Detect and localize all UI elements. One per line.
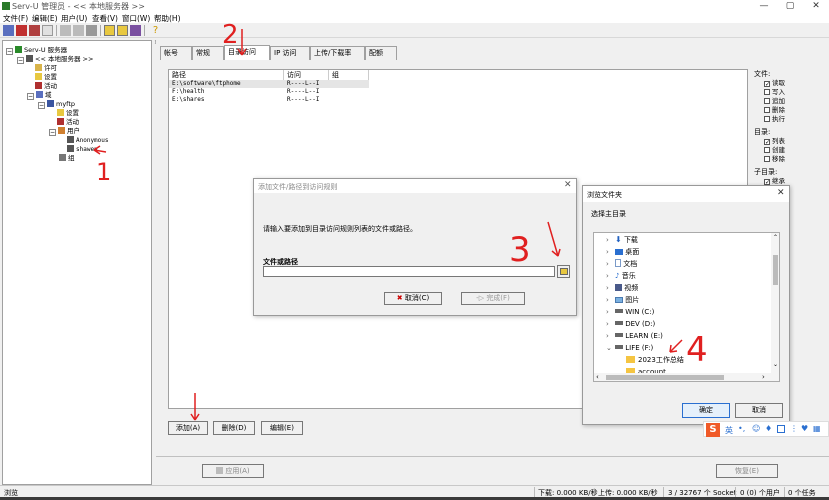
arrow-annotation-1 (93, 145, 107, 155)
annotation-3: 3 (509, 230, 531, 270)
annotation-1: 1 (96, 158, 112, 186)
arrow-annotation-3 (547, 221, 561, 257)
annotation-2: 2 (222, 20, 239, 50)
arrow-annotation-4 (669, 339, 683, 353)
arrow-annotation-add (190, 393, 200, 421)
red-annotations (93, 29, 683, 421)
arrow-annotation-2 (237, 29, 247, 56)
annotation-4: 4 (686, 330, 708, 370)
